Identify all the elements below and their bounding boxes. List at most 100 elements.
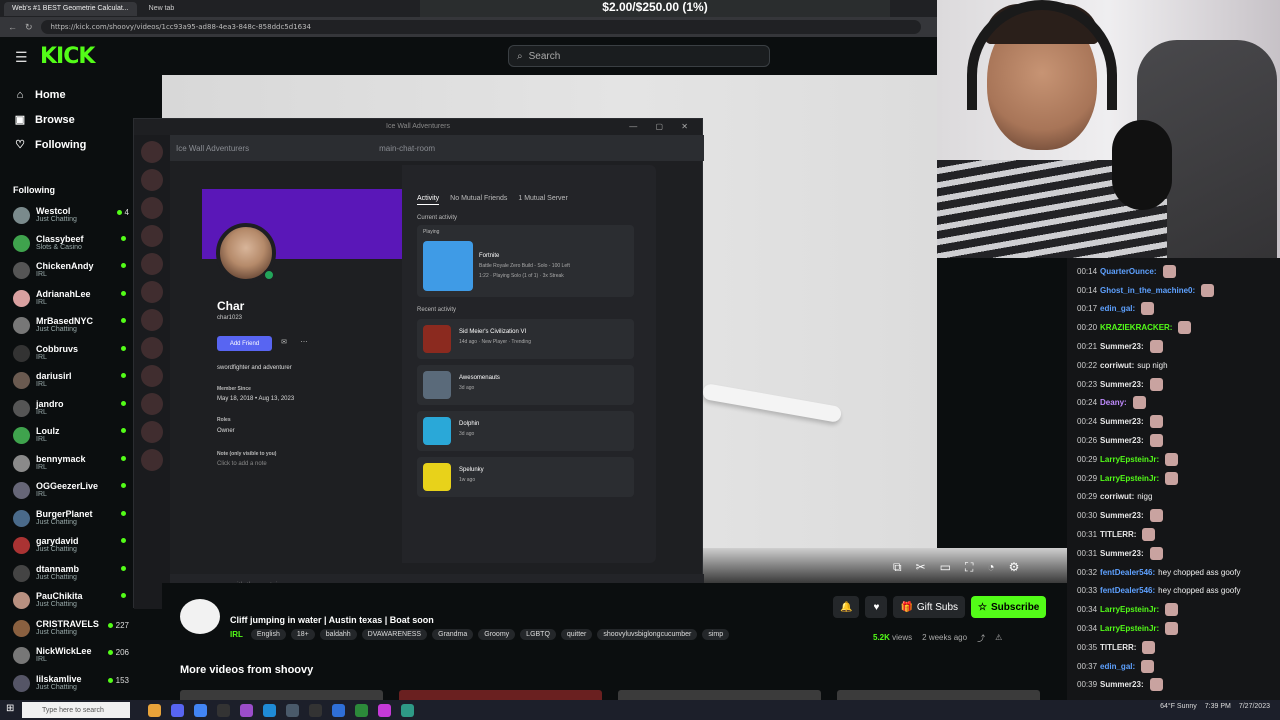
follow-heart-button[interactable]: ♥ xyxy=(865,596,888,618)
fullscreen-icon[interactable]: ⛶ xyxy=(965,560,973,575)
sidebar-item-browse[interactable]: ▣ Browse xyxy=(0,107,133,132)
server-icon[interactable] xyxy=(141,449,163,471)
avatar[interactable] xyxy=(180,599,220,634)
tab-mutual-friends[interactable]: No Mutual Friends xyxy=(450,195,507,205)
chat-username[interactable]: fentDealer546: xyxy=(1100,586,1155,595)
sidebar-item-channel[interactable]: CRISTRAVELS Just Chatting 227 xyxy=(0,616,133,644)
chat-username[interactable]: QuarterOunce: xyxy=(1100,267,1156,276)
sidebar-item-home[interactable]: ⌂ Home xyxy=(0,82,133,107)
server-icon[interactable] xyxy=(141,309,163,331)
recent-activity-card[interactable]: Spelunky 1w ago xyxy=(417,457,634,497)
recent-activity-card[interactable]: Sid Meier's Civilization VI 14d ago · New… xyxy=(417,319,634,359)
video-thumbnail[interactable] xyxy=(837,690,1040,700)
video-thumbnail[interactable] xyxy=(399,690,602,700)
video-thumbnail[interactable] xyxy=(618,690,821,700)
sidebar-item-channel[interactable]: Loulz IRL xyxy=(0,423,133,451)
url-field[interactable]: https://kick.com/shoovy/videos/1cc93a95-… xyxy=(40,20,921,34)
server-name[interactable]: Ice Wall Adventurers xyxy=(176,144,249,153)
chat-username[interactable]: LarryEpsteinJr: xyxy=(1100,474,1159,483)
chat-username[interactable]: Summer23: xyxy=(1100,680,1144,689)
browser-tab[interactable]: Web's #1 BEST Geometrie Calculat... xyxy=(4,1,137,16)
server-icon[interactable] xyxy=(141,225,163,247)
chat-username[interactable]: Summer23: xyxy=(1100,549,1144,558)
clock-time[interactable]: 7:39 PM xyxy=(1205,703,1231,710)
chrome-icon[interactable] xyxy=(194,703,207,717)
chat-username[interactable]: TITLERR: xyxy=(1100,530,1136,539)
tag-chip[interactable]: baldahh xyxy=(319,629,357,640)
sidebar-item-channel[interactable]: dtannamb Just Chatting xyxy=(0,561,133,589)
windows-start-icon[interactable]: ⊞ xyxy=(6,703,14,714)
chat-username[interactable]: corriwut: xyxy=(1100,492,1134,501)
sidebar-item-channel[interactable]: Classybeef Slots & Casino xyxy=(0,231,133,259)
tag-chip[interactable]: quitter xyxy=(560,629,593,640)
clip-icon[interactable]: ✂ xyxy=(916,560,926,575)
sidebar-item-channel[interactable]: garydavid Just Chatting xyxy=(0,533,133,561)
chat-username[interactable]: LarryEpsteinJr: xyxy=(1100,624,1159,633)
reload-icon[interactable]: ↻ xyxy=(25,22,33,33)
sidebar-item-channel[interactable]: MrBasedNYC Just Chatting xyxy=(0,313,133,341)
recent-activity-card[interactable]: Dolphin 3d ago xyxy=(417,411,634,451)
chat-username[interactable]: edin_gal: xyxy=(1100,304,1135,313)
app-icon[interactable] xyxy=(240,703,253,717)
add-friend-button[interactable]: Add Friend xyxy=(217,336,272,351)
chat-username[interactable]: Summer23: xyxy=(1100,417,1144,426)
sidebar-item-channel[interactable]: NickWickLee IRL 206 xyxy=(0,643,133,671)
video-thumbnail[interactable] xyxy=(180,690,383,700)
sidebar-item-channel[interactable]: Cobbruvs IRL xyxy=(0,341,133,369)
search-input[interactable]: ⌕ Search xyxy=(508,45,770,67)
share-icon[interactable]: ⤴ xyxy=(977,633,985,644)
server-icon[interactable] xyxy=(141,365,163,387)
category-link[interactable]: IRL xyxy=(230,630,243,639)
tag-chip[interactable]: shoovyluvsbiglongcucumber xyxy=(597,629,698,640)
app-icon[interactable] xyxy=(309,703,322,717)
sidebar-item-channel[interactable]: AdrianahLee IRL xyxy=(0,286,133,314)
tag-chip[interactable]: simp xyxy=(702,629,730,640)
steam-icon[interactable] xyxy=(286,703,299,717)
tag-chip[interactable]: Grandma xyxy=(432,629,474,640)
discord-icon[interactable] xyxy=(171,703,184,717)
theater-icon[interactable]: ▭ xyxy=(940,560,951,575)
app-icon[interactable] xyxy=(401,703,414,717)
server-icon[interactable] xyxy=(141,169,163,191)
sidebar-item-channel[interactable]: ChickenAndy IRL xyxy=(0,258,133,286)
app-icon[interactable] xyxy=(148,703,161,717)
tag-chip[interactable]: LGBTQ xyxy=(520,629,556,640)
chat-username[interactable]: Summer23: xyxy=(1100,342,1144,351)
chat-username[interactable]: Deany: xyxy=(1100,398,1127,407)
message-icon[interactable]: ✉ xyxy=(278,338,290,349)
tab-mutual-servers[interactable]: 1 Mutual Server xyxy=(518,195,567,205)
server-icon[interactable] xyxy=(141,197,163,219)
sidebar-item-channel[interactable]: OGGeezerLive IRL xyxy=(0,478,133,506)
notification-bell-button[interactable]: 🔔 xyxy=(833,596,860,618)
sidebar-item-channel[interactable]: BurgerPlanet Just Chatting xyxy=(0,506,133,534)
app-icon[interactable] xyxy=(263,703,276,717)
tab-activity[interactable]: Activity xyxy=(417,195,440,205)
chat-username[interactable]: edin_gal: xyxy=(1100,662,1135,671)
sidebar-item-channel[interactable]: PauChikita Just Chatting xyxy=(0,588,133,616)
server-icon[interactable] xyxy=(141,253,163,275)
sidebar-item-following[interactable]: ♡ Following xyxy=(0,132,133,157)
sidebar-item-channel[interactable]: dariusirl IRL xyxy=(0,368,133,396)
chat-username[interactable]: LarryEpsteinJr: xyxy=(1100,455,1159,464)
app-icon[interactable] xyxy=(332,703,345,717)
window-controls[interactable]: — ▢ ✕ xyxy=(629,119,696,135)
kick-logo[interactable]: KICK xyxy=(40,44,95,69)
sidebar-item-channel[interactable]: lilskamlive Just Chatting 153 xyxy=(0,671,133,699)
taskbar-search-input[interactable]: Type here to search xyxy=(22,702,130,718)
tag-chip[interactable]: English xyxy=(250,629,286,640)
tag-chip[interactable]: DVAWARENESS xyxy=(361,629,428,640)
back-icon[interactable]: ← xyxy=(8,22,17,33)
chat-username[interactable]: LarryEpsteinJr: xyxy=(1100,605,1159,614)
gift-subs-button[interactable]: 🎁 Gift Subs xyxy=(893,596,966,618)
server-icon[interactable] xyxy=(141,281,163,303)
clock-date[interactable]: 7/27/2023 xyxy=(1239,703,1270,710)
server-icon[interactable] xyxy=(141,141,163,163)
menu-icon[interactable]: ☰ xyxy=(15,49,28,66)
server-icon[interactable] xyxy=(141,337,163,359)
server-icon[interactable] xyxy=(141,421,163,443)
pip-icon[interactable]: ⧉ xyxy=(893,560,902,575)
speed-icon[interactable]: ◔ xyxy=(987,560,994,575)
app-icon[interactable] xyxy=(217,703,230,717)
chat-username[interactable]: KRAZIEKRACKER: xyxy=(1100,323,1172,332)
tag-chip[interactable]: 18+ xyxy=(290,629,315,640)
